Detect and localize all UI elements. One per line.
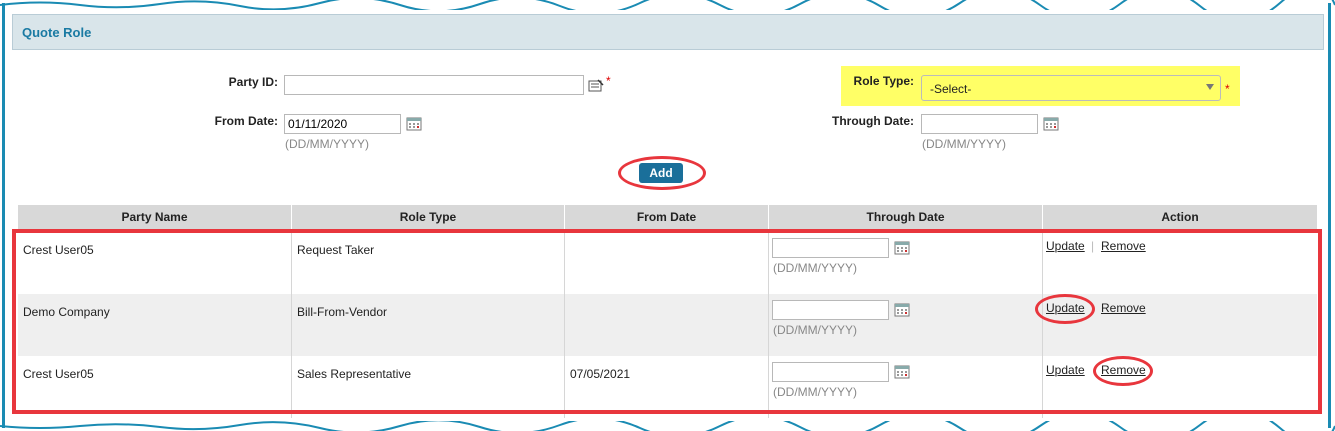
column-header[interactable]: Action	[1043, 205, 1317, 229]
required-mark: *	[1225, 82, 1230, 96]
role-type-select[interactable]: -Select-	[921, 75, 1221, 101]
column-header[interactable]: From Date	[565, 205, 769, 229]
from-date-label: From Date:	[214, 114, 278, 128]
column-header[interactable]: Party Name	[18, 205, 292, 229]
dropdown-arrow-icon	[1206, 84, 1214, 90]
annotation-oval-add	[618, 156, 706, 190]
party-id-input[interactable]	[284, 75, 584, 95]
from-date-hint: (DD/MM/YYYY)	[285, 137, 369, 151]
annotation-rect-rows	[12, 229, 1322, 414]
role-type-selected: -Select-	[930, 82, 972, 96]
panel-title: Quote Role	[22, 25, 92, 40]
lookup-icon[interactable]	[588, 79, 604, 93]
panel-header: Quote Role	[12, 14, 1324, 50]
required-mark: *	[606, 74, 611, 88]
through-date-label: Through Date:	[832, 114, 914, 128]
role-type-label: Role Type:	[853, 74, 914, 88]
annotation-oval-update	[1035, 294, 1095, 324]
party-id-label: Party ID:	[228, 75, 278, 89]
through-date-hint: (DD/MM/YYYY)	[922, 137, 1006, 151]
table-header: Party Name Role Type From Date Through D…	[18, 205, 1317, 229]
calendar-icon[interactable]	[1043, 117, 1059, 131]
from-date-input[interactable]	[284, 114, 401, 134]
column-header[interactable]: Through Date	[769, 205, 1043, 229]
column-header[interactable]: Role Type	[292, 205, 565, 229]
calendar-icon[interactable]	[406, 117, 422, 131]
annotation-oval-remove	[1093, 356, 1153, 386]
through-date-input[interactable]	[921, 114, 1038, 134]
